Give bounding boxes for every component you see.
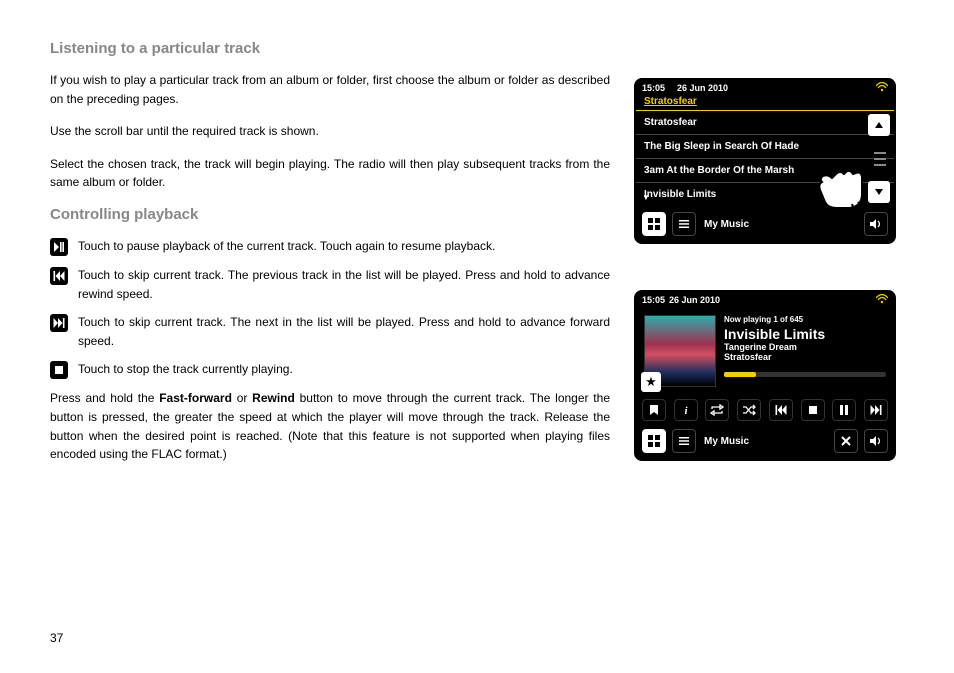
- bookmark-button[interactable]: [642, 399, 666, 421]
- now-playing-album: Stratosfear: [724, 352, 886, 362]
- playback-controls: i: [636, 395, 894, 423]
- scrollbar-track[interactable]: [874, 139, 886, 178]
- device-screenshot-nowplaying: 15:05 26 Jun 2010 ★ Now playing 1 of 645…: [634, 290, 896, 461]
- status-bar: 15:05 26 Jun 2010: [636, 80, 894, 95]
- pause-button[interactable]: [832, 399, 856, 421]
- svg-text:i: i: [684, 405, 688, 416]
- control-description: Touch to skip current track. The previou…: [78, 266, 610, 303]
- track-row[interactable]: 3am At the Border Of the Marsh: [636, 159, 894, 183]
- repeat-button[interactable]: [705, 399, 729, 421]
- stop-icon: [50, 361, 68, 379]
- track-row[interactable]: Stratosfear: [636, 111, 894, 135]
- more-indicator-icon: ▼: [642, 193, 650, 202]
- track-row[interactable]: The Big Sleep in Search Of Hade: [636, 135, 894, 159]
- next-icon: [50, 314, 68, 332]
- next-button[interactable]: [864, 399, 888, 421]
- now-playing-counter: Now playing 1 of 645: [724, 315, 886, 324]
- paragraph: If you wish to play a particular track f…: [50, 71, 610, 108]
- heading-listening: Listening to a particular track: [50, 40, 610, 57]
- track-row[interactable]: Invisible Limits: [636, 183, 894, 206]
- info-button[interactable]: i: [674, 399, 698, 421]
- paragraph: Select the chosen track, the track will …: [50, 155, 610, 192]
- track-list: Stratosfear The Big Sleep in Search Of H…: [636, 111, 894, 206]
- favorite-button[interactable]: ★: [641, 372, 661, 392]
- volume-button[interactable]: [864, 212, 888, 236]
- menu-button[interactable]: [672, 429, 696, 453]
- volume-button[interactable]: [864, 429, 888, 453]
- status-date: 26 Jun 2010: [669, 295, 720, 305]
- control-description: Touch to pause playback of the current t…: [78, 237, 610, 256]
- status-time: 15:05: [642, 83, 665, 93]
- bottom-bar: My Music: [636, 423, 894, 459]
- page-number: 37: [50, 631, 63, 645]
- status-time: 15:05: [642, 295, 665, 305]
- now-playing-title: Invisible Limits: [724, 326, 886, 342]
- bottom-bar: My Music: [636, 206, 894, 242]
- scroll-down-button[interactable]: [868, 181, 890, 203]
- previous-icon: [50, 267, 68, 285]
- close-button[interactable]: [834, 429, 858, 453]
- wifi-icon: [876, 294, 888, 306]
- control-description: Touch to stop the track currently playin…: [78, 360, 610, 379]
- scroll-up-button[interactable]: [868, 114, 890, 136]
- album-header: Stratosfear: [636, 95, 894, 111]
- footer-label: My Music: [704, 219, 749, 230]
- play-pause-icon: [50, 238, 68, 256]
- status-bar: 15:05 26 Jun 2010: [636, 292, 894, 307]
- shuffle-button[interactable]: [737, 399, 761, 421]
- previous-button[interactable]: [769, 399, 793, 421]
- status-date: 26 Jun 2010: [677, 83, 728, 93]
- home-button[interactable]: [642, 212, 666, 236]
- home-button[interactable]: [642, 429, 666, 453]
- now-playing-artist: Tangerine Dream: [724, 342, 886, 352]
- stop-button[interactable]: [801, 399, 825, 421]
- album-art: ★: [644, 315, 716, 387]
- progress-bar[interactable]: [724, 372, 886, 377]
- footer-label: My Music: [704, 436, 749, 447]
- device-screenshot-tracklist: 15:05 26 Jun 2010 Stratosfear Stratosfea…: [634, 78, 896, 244]
- heading-controlling: Controlling playback: [50, 206, 610, 223]
- paragraph: Use the scroll bar until the required tr…: [50, 122, 610, 141]
- wifi-icon: [876, 82, 888, 94]
- menu-button[interactable]: [672, 212, 696, 236]
- paragraph-fastforward: Press and hold the Fast-forward or Rewin…: [50, 389, 610, 463]
- control-description: Touch to skip current track. The next in…: [78, 313, 610, 350]
